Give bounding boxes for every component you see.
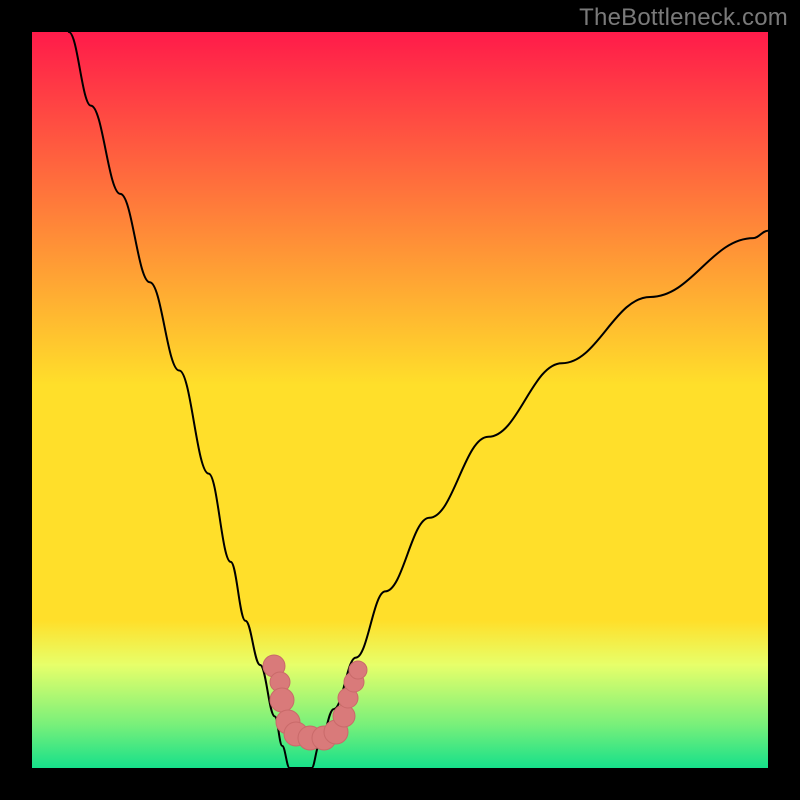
curve-layer: [32, 32, 768, 768]
curve-marker: [349, 661, 367, 679]
chart-stage: TheBottleneck.com: [0, 0, 800, 800]
curve-marker: [270, 688, 294, 712]
bottleneck-curve-right: [312, 231, 768, 768]
plot-area: [32, 32, 768, 768]
curve-marker: [333, 705, 355, 727]
watermark-text: TheBottleneck.com: [579, 4, 788, 32]
